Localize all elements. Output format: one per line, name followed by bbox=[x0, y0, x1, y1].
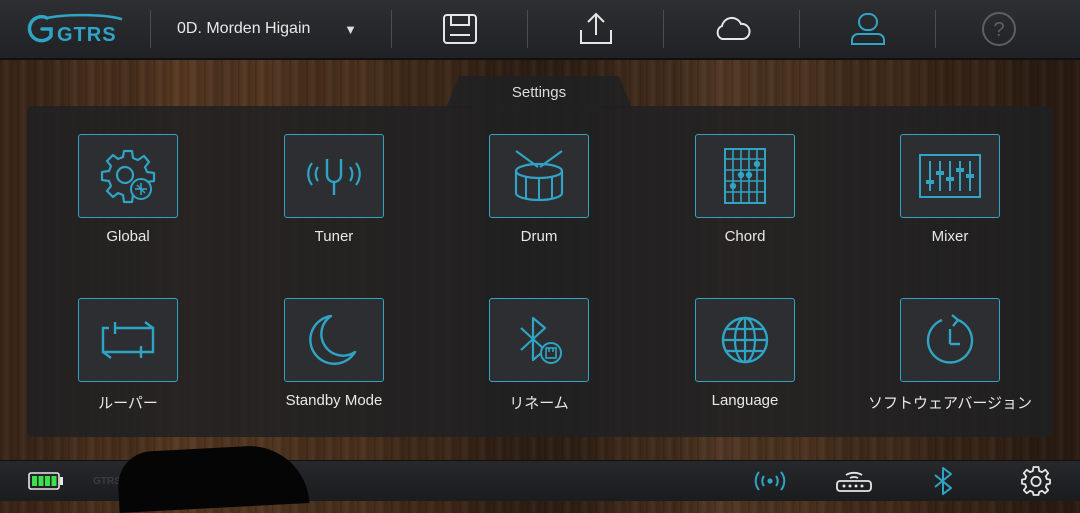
moon-icon bbox=[309, 314, 357, 365]
mixer-icon bbox=[919, 154, 981, 198]
help-icon: ? bbox=[982, 12, 1016, 46]
software-version-setting[interactable]: ソフトウェアバージョン bbox=[850, 270, 1050, 420]
svg-text:GTRS: GTRS bbox=[57, 24, 117, 46]
chord-chart-icon bbox=[724, 148, 766, 204]
drum-icon bbox=[514, 150, 564, 202]
foreground-shadow bbox=[116, 443, 310, 513]
software-version-tile bbox=[900, 298, 1000, 382]
user-icon bbox=[850, 13, 885, 45]
settings-panel: Global Tuner Drum Chord Mixer ルーパー Stand… bbox=[27, 106, 1053, 437]
save-icon bbox=[442, 14, 477, 44]
mixer-setting[interactable]: Mixer bbox=[850, 106, 1050, 256]
drum-label: Drum bbox=[520, 228, 558, 245]
battery-indicator bbox=[26, 461, 66, 501]
language-tile bbox=[695, 298, 795, 382]
rename-label: リネーム bbox=[509, 395, 569, 412]
tuner-setting[interactable]: Tuner bbox=[234, 106, 434, 256]
global-tile bbox=[78, 134, 178, 218]
clock-refresh-icon bbox=[926, 314, 974, 364]
rename-tile bbox=[489, 298, 589, 382]
gtrs-logo: GTRS bbox=[0, 0, 150, 58]
upload-icon bbox=[579, 12, 612, 44]
wireless-button[interactable] bbox=[748, 461, 792, 501]
global-label: Global bbox=[106, 228, 150, 245]
language-setting[interactable]: Language bbox=[645, 270, 845, 420]
chord-setting[interactable]: Chord bbox=[645, 106, 845, 256]
save-button[interactable] bbox=[392, 0, 527, 58]
preset-selector[interactable]: 0D. Morden Higain ▼ bbox=[151, 0, 391, 58]
svg-text:?: ? bbox=[993, 19, 1004, 41]
looper-tile bbox=[78, 298, 178, 382]
chord-tile bbox=[695, 134, 795, 218]
standby-mode-setting[interactable]: Standby Mode bbox=[234, 270, 434, 420]
settings-button[interactable] bbox=[1014, 461, 1058, 501]
settings-gear-icon bbox=[1021, 466, 1051, 496]
top-toolbar: GTRS 0D. Morden Higain ▼ ? bbox=[0, 0, 1080, 60]
upload-button[interactable] bbox=[528, 0, 663, 58]
language-label: Language bbox=[711, 392, 779, 409]
panel-title: Settings bbox=[511, 83, 567, 101]
mixer-label: Mixer bbox=[931, 228, 969, 245]
wireless-signal-icon bbox=[754, 471, 786, 491]
looper-label: ルーパー bbox=[98, 395, 158, 412]
help-button[interactable]: ? bbox=[936, 0, 1062, 58]
loop-icon bbox=[101, 321, 155, 359]
bluetooth-button[interactable] bbox=[922, 461, 966, 501]
chord-label: Chord bbox=[724, 228, 766, 245]
cloud-icon bbox=[716, 16, 751, 40]
preset-name: 0D. Morden Higain bbox=[177, 20, 311, 37]
software-version-label: ソフトウェアバージョン bbox=[867, 395, 1033, 412]
bluetooth-icon bbox=[934, 467, 952, 495]
standby-mode-label: Standby Mode bbox=[285, 392, 383, 409]
gear-icon bbox=[100, 149, 156, 204]
looper-setting[interactable]: ルーパー bbox=[28, 270, 228, 420]
drum-setting[interactable]: Drum bbox=[439, 106, 639, 256]
router-button[interactable] bbox=[832, 461, 876, 501]
cloud-button[interactable] bbox=[664, 0, 799, 58]
bluetooth-rename-icon bbox=[520, 316, 562, 364]
router-icon bbox=[836, 471, 872, 492]
tuner-tile bbox=[284, 134, 384, 218]
global-setting[interactable]: Global bbox=[28, 106, 228, 256]
standby-tile bbox=[284, 298, 384, 382]
rename-setting[interactable]: リネーム bbox=[439, 270, 639, 420]
dropdown-arrow-icon: ▼ bbox=[344, 21, 357, 37]
mixer-tile bbox=[900, 134, 1000, 218]
tuner-label: Tuner bbox=[314, 228, 354, 245]
drum-tile bbox=[489, 134, 589, 218]
user-button[interactable] bbox=[800, 0, 935, 58]
settings-tab: Settings bbox=[446, 76, 632, 108]
globe-icon bbox=[721, 316, 769, 364]
battery-icon bbox=[28, 472, 63, 490]
tuning-fork-icon bbox=[307, 159, 361, 195]
